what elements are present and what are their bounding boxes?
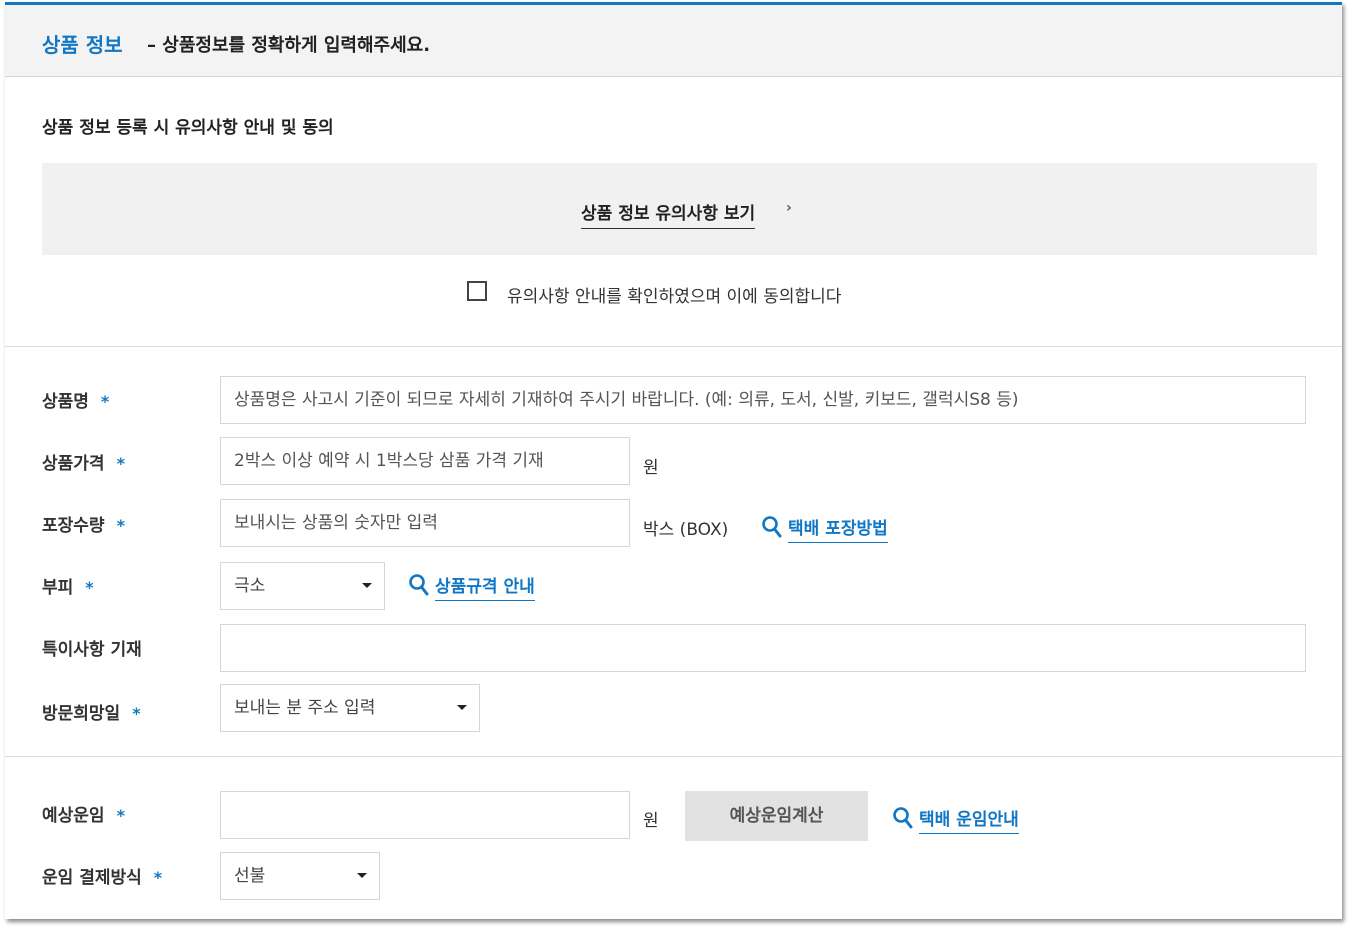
- caret-down-icon: [357, 873, 367, 878]
- product-name-label: 상품명 *: [42, 392, 110, 412]
- special-notes-input[interactable]: [234, 626, 1305, 670]
- required-mark: *: [100, 392, 110, 411]
- fare-guide-link[interactable]: 택배 운임안내: [892, 803, 1042, 834]
- visit-date-select[interactable]: 보내는 분 주소 입력: [220, 684, 480, 732]
- required-mark: *: [116, 516, 125, 535]
- notice-heading: 상품 정보 등록 시 유의사항 안내 및 동의: [42, 118, 334, 138]
- required-mark: *: [116, 454, 125, 473]
- payment-method-selected-value: 선불: [234, 866, 266, 886]
- estimated-fare-field: [220, 791, 630, 839]
- volume-label: 부피 *: [42, 578, 94, 598]
- payment-method-select[interactable]: 선불: [220, 852, 380, 900]
- magnifier-icon: [893, 807, 913, 829]
- magnifier-icon: [762, 516, 782, 538]
- product-price-label: 상품가격 *: [42, 454, 125, 474]
- estimated-fare-input[interactable]: [234, 793, 629, 837]
- product-info-panel: 상품 정보 – 상품정보를 정확하게 입력해주세요. 상품 정보 등록 시 유의…: [5, 2, 1342, 919]
- divider: [5, 756, 1342, 757]
- special-notes-field: [220, 624, 1306, 672]
- required-mark: *: [116, 806, 125, 825]
- package-unit: 박스 (BOX): [643, 520, 729, 540]
- required-mark: *: [132, 704, 141, 723]
- price-unit: 원: [643, 458, 659, 478]
- calculate-fare-button[interactable]: 예상운임계산: [685, 791, 868, 841]
- package-qty-field: [220, 499, 630, 547]
- package-qty-input[interactable]: [234, 501, 629, 545]
- divider: [5, 346, 1342, 347]
- caret-down-icon: [457, 705, 467, 710]
- fare-unit: 원: [643, 811, 659, 831]
- product-price-input[interactable]: [234, 439, 629, 483]
- chevron-right-icon: ›: [786, 200, 792, 216]
- product-price-field: [220, 437, 630, 485]
- payment-method-label: 운임 결제방식 *: [42, 868, 163, 888]
- view-notice-link[interactable]: 상품 정보 유의사항 보기: [581, 199, 756, 229]
- notice-box: 상품 정보 유의사항 보기 ›: [42, 163, 1317, 255]
- size-guide-label: 상품규격 안내: [435, 572, 535, 601]
- required-mark: *: [153, 868, 163, 887]
- estimated-fare-label: 예상운임 *: [42, 806, 125, 826]
- fare-guide-label: 택배 운임안내: [919, 805, 1019, 834]
- section-title: 상품 정보: [42, 33, 123, 57]
- product-name-input[interactable]: [234, 378, 1305, 422]
- package-qty-label: 포장수량 *: [42, 516, 125, 536]
- required-mark: *: [85, 578, 94, 597]
- visit-date-selected-value: 보내는 분 주소 입력: [234, 698, 376, 718]
- agree-label: 유의사항 안내를 확인하였으며 이에 동의합니다: [507, 287, 842, 307]
- volume-selected-value: 극소: [234, 576, 266, 596]
- section-header: 상품 정보 – 상품정보를 정확하게 입력해주세요.: [5, 5, 1342, 77]
- agree-checkbox[interactable]: [467, 281, 487, 301]
- section-subtitle: – 상품정보를 정확하게 입력해주세요.: [147, 35, 431, 56]
- packaging-guide-link[interactable]: 택배 포장방법: [761, 512, 911, 543]
- special-notes-label: 특이사항 기재: [42, 640, 142, 660]
- caret-down-icon: [362, 583, 372, 588]
- visit-date-label: 방문희망일 *: [42, 704, 141, 724]
- size-guide-link[interactable]: 상품규격 안내: [408, 570, 558, 601]
- product-name-field: [220, 376, 1306, 424]
- volume-select[interactable]: 극소: [220, 562, 385, 610]
- packaging-guide-label: 택배 포장방법: [788, 514, 888, 543]
- magnifier-icon: [409, 574, 429, 596]
